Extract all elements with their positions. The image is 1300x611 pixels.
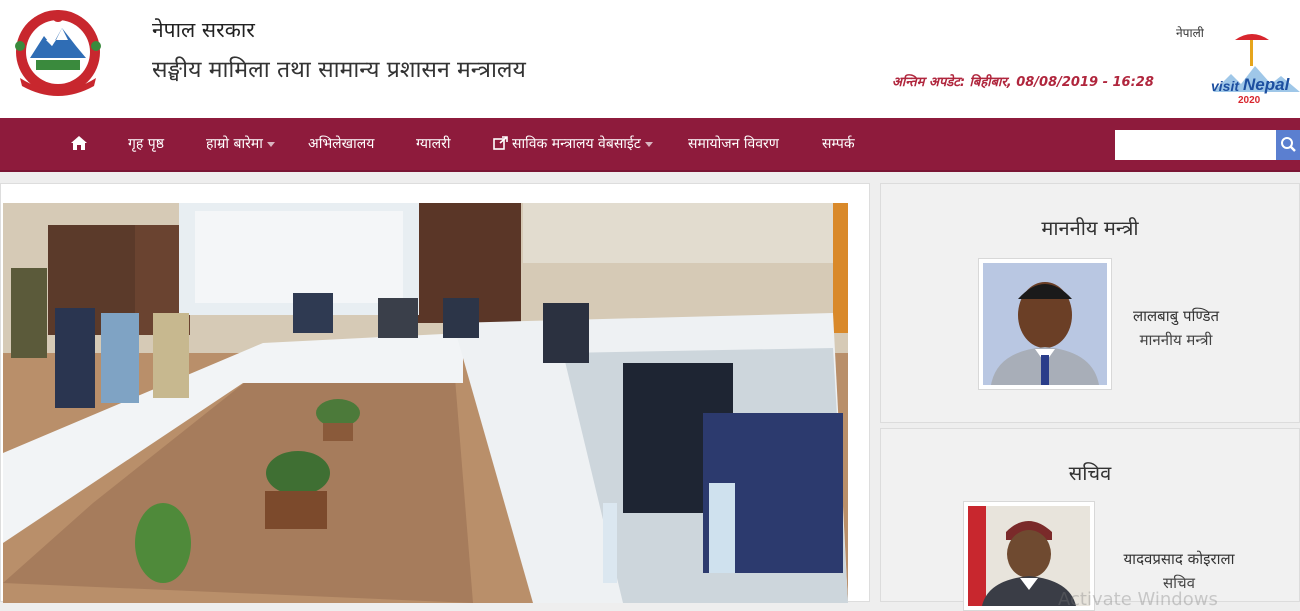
nepal-emblem-logo[interactable] — [6, 6, 110, 100]
search-icon — [1281, 137, 1296, 152]
year-text: 2020 — [1238, 95, 1261, 106]
minister-name: लालबाबु पण्डित — [1132, 307, 1220, 325]
chevron-down-icon — [644, 141, 653, 147]
nav-item-old-ministry-website[interactable]: साविक मन्त्रालय वेबसाईट — [493, 118, 653, 172]
visit-nepal-2020-logo[interactable]: visit Nepal 2020 — [1205, 26, 1300, 110]
nav-home[interactable] — [70, 118, 88, 172]
nav-item-gallery[interactable]: ग्यालरी — [416, 118, 451, 172]
nav-label: समायोजन विवरण — [688, 136, 779, 152]
minister-card-title: माननीय मन्त्री — [1041, 216, 1139, 240]
nav-label: साविक मन्त्रालय वेबसाईट — [512, 136, 641, 152]
minister-card: माननीय मन्त्री लालबाबु पण्डित माननीय मन्… — [880, 183, 1300, 423]
site-header: नेपाल सरकार सङ्घीय मामिला तथा सामान्य प्… — [0, 0, 1300, 118]
visit-text: visit — [1211, 78, 1240, 94]
nav-item-about-us[interactable]: हाम्रो बारेमा — [206, 118, 275, 172]
nav-item-archive[interactable]: अभिलेखालय — [308, 118, 374, 172]
secretary-name: यादवप्रसाद कोइराला — [1123, 550, 1235, 568]
main-content-panel — [0, 183, 870, 603]
main-navbar: गृह पृष्ठ हाम्रो बारेमा अभिलेखालय ग्यालर… — [0, 118, 1300, 172]
ministry-name[interactable]: सङ्घीय मामिला तथा सामान्य प्रशासन मन्त्र… — [152, 52, 526, 84]
windows-activation-watermark: Activate Windows — [1058, 589, 1218, 610]
secretary-card: सचिव यादवप्रसाद कोइराला सचिव — [880, 428, 1300, 611]
nav-label: अभिलेखालय — [308, 136, 375, 152]
last-update-text: अन्तिम अपडेट: बिहीबार, 08/08/2019 - 16:2… — [892, 75, 1154, 90]
chevron-down-icon — [266, 141, 275, 147]
government-name: नेपाल सरकार — [152, 18, 255, 42]
secretary-card-title: सचिव — [1068, 461, 1112, 485]
nav-item-contact[interactable]: सम्पर्क — [822, 118, 855, 172]
nav-label: गृह पृष्ठ — [128, 136, 164, 152]
nepal-text: Nepal — [1243, 75, 1290, 94]
minister-photo[interactable] — [978, 258, 1112, 390]
language-switch-link[interactable]: नेपाली — [1176, 24, 1204, 41]
external-link-icon — [493, 135, 508, 150]
nav-item-home[interactable]: गृह पृष्ठ — [128, 118, 164, 172]
search-input[interactable] — [1115, 130, 1277, 160]
minister-role: माननीय मन्त्री — [1139, 331, 1213, 349]
home-icon — [71, 135, 87, 150]
meeting-photo[interactable] — [3, 203, 848, 603]
nav-item-adjustment-details[interactable]: समायोजन विवरण — [688, 118, 779, 172]
nav-label: हाम्रो बारेमा — [206, 136, 263, 152]
search-button[interactable] — [1276, 130, 1300, 160]
nav-label: सम्पर्क — [822, 136, 855, 152]
nav-label: ग्यालरी — [416, 136, 451, 152]
